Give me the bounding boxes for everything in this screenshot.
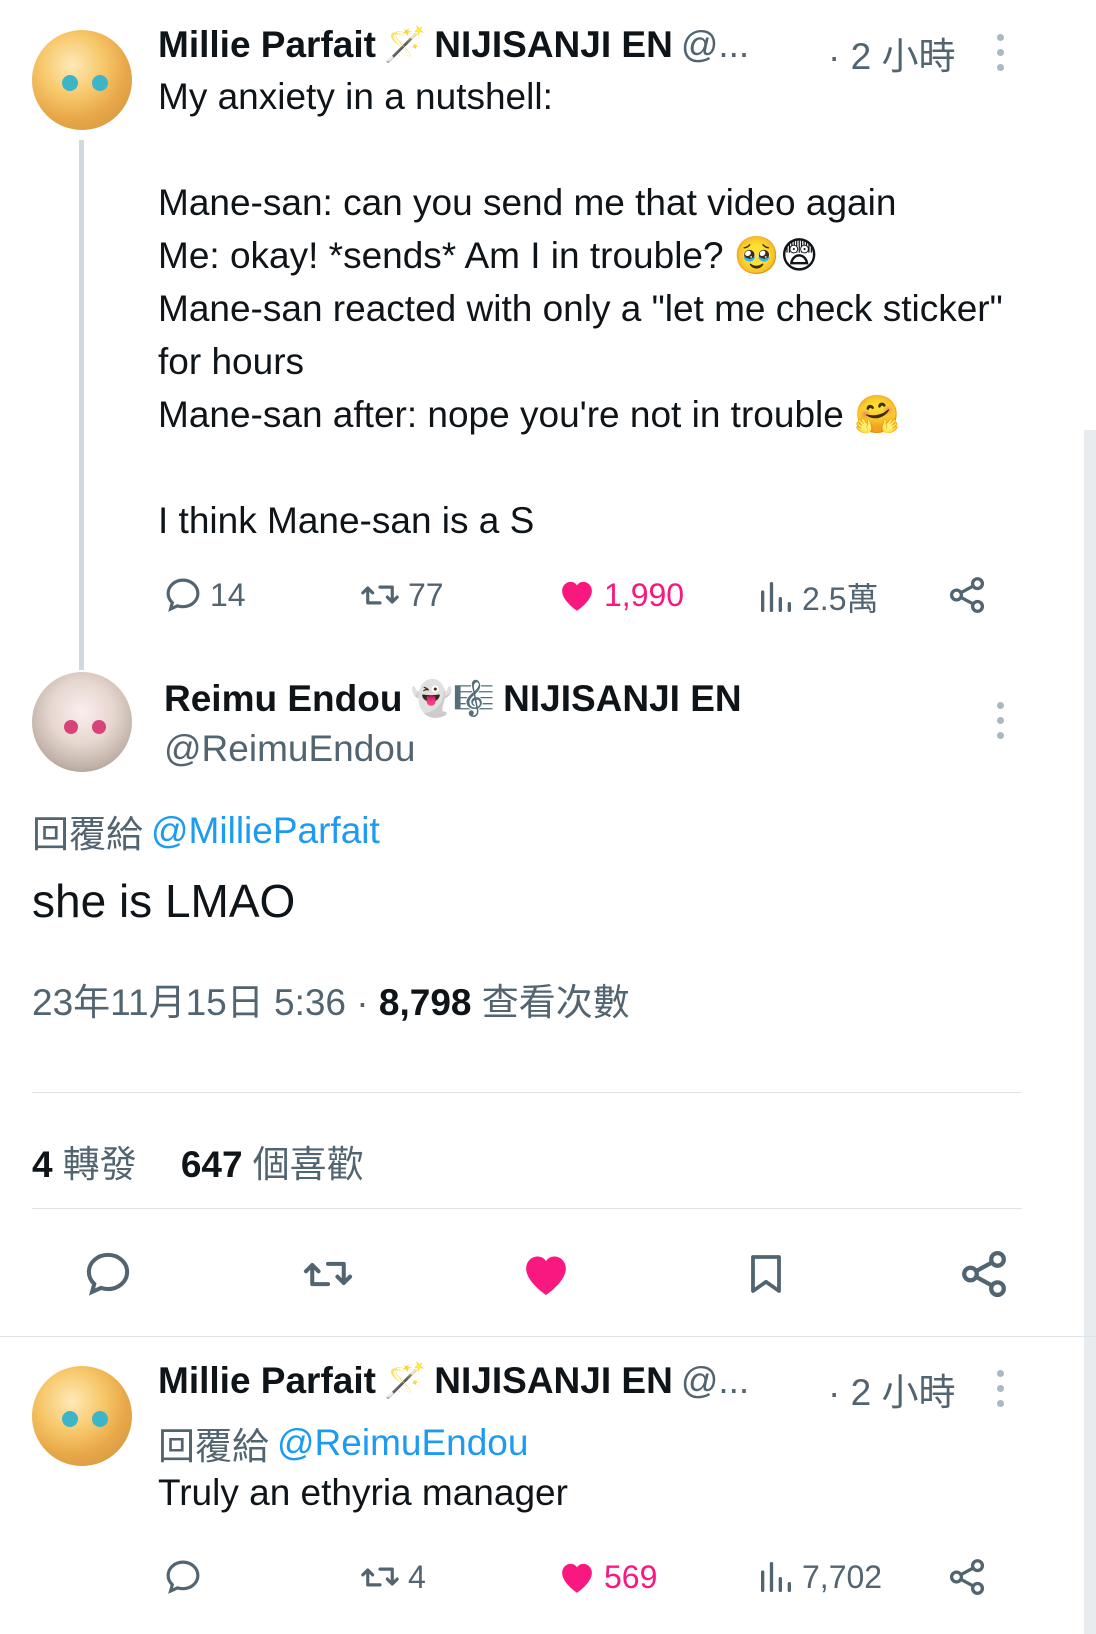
retweet-button[interactable]: 4 (358, 1556, 426, 1598)
engagement-stats: 4 轉發 647 個喜歡 (32, 1134, 364, 1188)
like-button[interactable]: 1,990 (556, 574, 684, 616)
retweet-stat-label: 轉發 (62, 1144, 137, 1185)
retweet-count: 77 (408, 576, 444, 613)
more-icon[interactable] (997, 1370, 1005, 1407)
scrollbar[interactable] (1084, 430, 1096, 1634)
divider (32, 1208, 1022, 1209)
reply-icon (86, 1252, 130, 1296)
like-stat-count: 647 (180, 1144, 243, 1185)
reply-prefix: 回覆給 (158, 1426, 269, 1467)
wand-emoji: 🪄 (383, 1362, 427, 1400)
like-stat-label: 個喜歡 (252, 1144, 364, 1185)
tweet-meta: 23年11月15日 5:36 · 8,798 查看次數 (32, 972, 630, 1026)
thread-line (79, 140, 84, 670)
main-action-bar (0, 1246, 1096, 1306)
retweet-icon (361, 1567, 399, 1587)
tweet-text: Truly an ethyria manager (158, 1472, 568, 1513)
retweet-stat[interactable]: 4 轉發 (32, 1144, 137, 1185)
views-count: 7,702 (802, 1558, 883, 1595)
more-icon[interactable] (997, 34, 1005, 71)
retweet-icon (303, 1261, 353, 1287)
ghost-music-emoji: 👻🎼 (410, 680, 496, 718)
retweet-icon (361, 585, 399, 605)
author-handle-row: @ReimuEndou (164, 728, 415, 770)
tweet-date[interactable]: 23年11月15日 5:36 · (32, 982, 379, 1023)
retweet-button[interactable]: 77 (358, 574, 444, 616)
avatar-millie[interactable] (32, 1366, 132, 1466)
share-icon (949, 1559, 985, 1595)
retweet-count: 4 (408, 1558, 426, 1595)
heart-icon (562, 1563, 592, 1593)
author-row: Millie Parfait 🪄 NIJISANJI EN @... (158, 1360, 749, 1402)
author-name[interactable]: Reimu Endou (164, 678, 402, 720)
views-button[interactable]: 7,702 (756, 1556, 882, 1598)
avatar-reimu[interactable] (32, 672, 132, 772)
more-icon[interactable] (997, 702, 1005, 739)
share-icon (962, 1250, 1006, 1298)
reply-prefix: 回覆給 (32, 814, 143, 855)
author-name[interactable]: Millie Parfait (158, 24, 376, 66)
reply-button[interactable]: 14 (162, 574, 246, 616)
reply-icon (166, 578, 200, 612)
like-count: 569 (604, 1558, 658, 1595)
reply-context: 回覆給 @ReimuEndou (158, 1416, 528, 1470)
reply-button[interactable] (162, 1556, 210, 1598)
reply-mention-link[interactable]: @MillieParfait (151, 810, 380, 852)
tweet-text: My anxiety in a nutshell: Mane-san: can … (158, 76, 1003, 541)
share-icon (949, 577, 985, 613)
tweet-time[interactable]: · 2 小時 (828, 1362, 955, 1416)
author-name[interactable]: Millie Parfait (158, 1360, 376, 1402)
views-icon (761, 582, 791, 612)
views-button[interactable]: 2.5萬 (756, 574, 879, 620)
reply-button[interactable] (80, 1246, 136, 1302)
heart-icon (562, 581, 592, 611)
author-handle[interactable]: @... (681, 24, 749, 66)
like-stat[interactable]: 647 個喜歡 (181, 1144, 364, 1185)
like-button[interactable] (518, 1246, 574, 1302)
reply-context: 回覆給 @MillieParfait (32, 804, 380, 858)
bookmark-icon (751, 1255, 781, 1293)
like-count: 1,990 (604, 576, 685, 613)
author-row: Reimu Endou 👻🎼 NIJISANJI EN (164, 678, 742, 720)
reply-icon (166, 1560, 200, 1594)
reply-count: 14 (210, 576, 246, 613)
tweet-millie-reply[interactable]: Millie Parfait 🪄 NIJISANJI EN @... · 2 小… (0, 1336, 1080, 1634)
tweet-text: she is LMAO (32, 875, 296, 927)
bookmark-button[interactable] (738, 1246, 794, 1302)
avatar-millie[interactable] (32, 30, 132, 130)
share-button[interactable] (946, 1556, 988, 1598)
author-handle[interactable]: @ReimuEndou (164, 728, 415, 770)
share-button[interactable] (946, 574, 988, 616)
author-org[interactable]: NIJISANJI EN (434, 1360, 673, 1402)
wand-emoji: 🪄 (383, 26, 427, 64)
author-org[interactable]: NIJISANJI EN (503, 678, 742, 720)
views-icon (761, 1562, 791, 1592)
views-count: 8,798 (378, 982, 472, 1023)
reply-mention-link[interactable]: @ReimuEndou (277, 1422, 528, 1464)
views-count: 2.5萬 (802, 581, 879, 617)
author-handle[interactable]: @... (681, 1360, 749, 1402)
author-org[interactable]: NIJISANJI EN (434, 24, 673, 66)
share-button[interactable] (956, 1246, 1012, 1302)
retweet-button[interactable] (300, 1246, 356, 1302)
views-label: 查看次數 (471, 982, 630, 1023)
author-row: Millie Parfait 🪄 NIJISANJI EN @... (158, 24, 749, 66)
divider (32, 1092, 1022, 1093)
main-tweet-reimu[interactable]: Reimu Endou 👻🎼 NIJISANJI EN @ReimuEndou … (0, 660, 1080, 1340)
like-button[interactable]: 569 (556, 1556, 657, 1598)
retweet-stat-count: 4 (32, 1144, 53, 1185)
heart-icon (526, 1256, 566, 1295)
tweet-millie-1[interactable]: Millie Parfait 🪄 NIJISANJI EN @... · 2 小… (0, 0, 1080, 670)
